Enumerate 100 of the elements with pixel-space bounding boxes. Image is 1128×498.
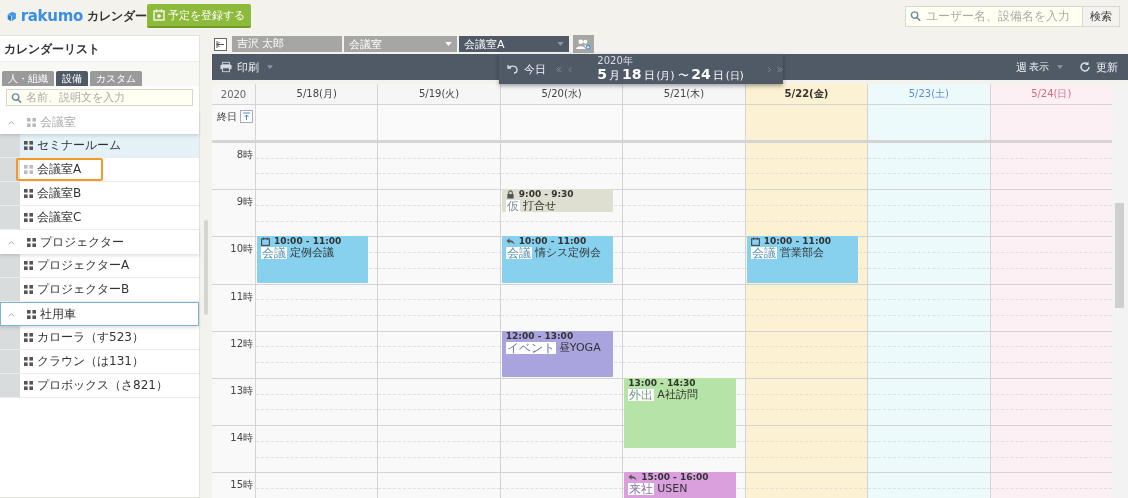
search-icon bbox=[11, 92, 22, 103]
event-title: 情シス定例会 bbox=[534, 247, 601, 260]
event-block[interactable]: 15:00 - 16:00 来社 USEN bbox=[624, 472, 736, 498]
print-button[interactable]: 印刷 bbox=[216, 57, 277, 77]
chevron-icon[interactable] bbox=[7, 311, 15, 317]
event-title: 昼YOGA bbox=[558, 341, 601, 354]
caret-icon bbox=[445, 42, 452, 46]
hour-label: 14時 bbox=[230, 432, 253, 444]
hour-label: 10時 bbox=[230, 243, 253, 255]
facility-item[interactable]: 会議室C bbox=[0, 206, 200, 230]
facility-label: 会議室B bbox=[37, 185, 82, 202]
grid-icon bbox=[24, 141, 33, 150]
refresh-icon bbox=[1079, 61, 1091, 73]
caret-icon bbox=[1057, 65, 1063, 69]
facility-label: 会議室A bbox=[37, 161, 82, 178]
group-label: 会議室 bbox=[40, 113, 76, 131]
date-range: 5 月 18 日 (月) 〜24 日 (日) bbox=[597, 66, 745, 82]
day-header[interactable]: 5/22(金) bbox=[744, 84, 868, 104]
event-title: 定例会議 bbox=[290, 247, 334, 260]
hour-label: 11時 bbox=[230, 290, 253, 302]
facility-item[interactable]: プロジェクターB bbox=[0, 278, 200, 302]
day-column[interactable]: 10:00 - 11:00 会議 定例会議 bbox=[255, 142, 378, 498]
group-label: プロジェクター bbox=[40, 233, 124, 251]
all-day-cell[interactable] bbox=[744, 105, 868, 140]
caret-icon bbox=[267, 65, 273, 69]
category-tab[interactable]: 設備 bbox=[56, 71, 88, 86]
group-row[interactable]: プロジェクター bbox=[0, 230, 200, 254]
group-label: 社用車 bbox=[40, 305, 76, 323]
event-tag: 会議 bbox=[750, 247, 777, 260]
grid-icon bbox=[24, 165, 33, 174]
day-column[interactable]: 10:00 - 11:00 会議 営業部会 bbox=[744, 142, 868, 498]
event-block[interactable]: 10:00 - 11:00 会議 情シス定例会 bbox=[501, 236, 614, 283]
event-block[interactable]: 10:00 - 11:00 会議 営業部会 bbox=[746, 236, 859, 283]
day-column[interactable] bbox=[989, 142, 1112, 498]
chevron-right-icon[interactable] bbox=[765, 64, 772, 74]
grid-icon bbox=[24, 213, 33, 222]
scrollbar-thumb[interactable] bbox=[1115, 203, 1124, 308]
calendar-icon bbox=[750, 237, 760, 247]
facility-label: プロボックス（さ821） bbox=[37, 377, 168, 394]
double-left-icon[interactable] bbox=[556, 64, 562, 74]
event-block[interactable]: 13:00 - 14:30 外出 A社訪問 bbox=[624, 378, 736, 448]
today-button[interactable]: 今日 bbox=[503, 59, 550, 79]
facility-item[interactable]: 会議室B bbox=[0, 182, 200, 206]
facility-item[interactable]: クラウン（は131） bbox=[0, 350, 200, 374]
add-user-button[interactable] bbox=[573, 35, 594, 53]
grid-icon bbox=[24, 285, 33, 294]
facility-item[interactable]: セミナールーム bbox=[0, 134, 200, 158]
day-column[interactable] bbox=[377, 142, 500, 498]
day-column[interactable] bbox=[867, 142, 990, 498]
all-day-label: 終日 bbox=[217, 110, 237, 124]
day-column[interactable]: 13:00 - 14:30 外出 A社訪問 15:00 - 16:00 来社 USEN bbox=[622, 142, 745, 498]
view-dropdown[interactable]: 週 表示 bbox=[1012, 57, 1067, 77]
event-tag: イベント bbox=[505, 341, 556, 354]
facility-item[interactable]: プロボックス（さ821） bbox=[0, 374, 200, 398]
search-icon bbox=[910, 10, 921, 22]
chevron-icon[interactable] bbox=[7, 239, 15, 245]
double-right-icon[interactable] bbox=[777, 64, 783, 74]
event-time: 12:00 - 13:00 bbox=[505, 330, 574, 342]
caret-icon bbox=[557, 42, 564, 46]
name-search-field[interactable]: 名前、説明文を入力 bbox=[6, 89, 194, 106]
grid-icon bbox=[24, 261, 33, 270]
event-time: 15:00 - 16:00 bbox=[641, 472, 709, 483]
event-time: 10:00 - 11:00 bbox=[763, 236, 831, 247]
chevron-icon[interactable] bbox=[7, 119, 15, 125]
day-column[interactable]: 9:00 - 9:30 仮 打合せ 10:00 - 11:00 会議 情シス定例会 12:00 - 13:00 イベント 昼YOGA bbox=[499, 142, 623, 498]
reply-arrow-icon bbox=[628, 473, 638, 483]
facility-item[interactable]: プロジェクターA bbox=[0, 254, 200, 278]
event-time: 10:00 - 11:00 bbox=[274, 236, 342, 247]
event-time: 10:00 - 11:00 bbox=[518, 236, 587, 247]
event-block[interactable]: 12:00 - 13:00 イベント 昼YOGA bbox=[501, 330, 614, 377]
grid-icon bbox=[27, 237, 36, 247]
reply-arrow-icon bbox=[505, 237, 515, 247]
search-button[interactable]: 検索 bbox=[1082, 5, 1120, 27]
year-label: 2020年 bbox=[597, 56, 633, 66]
event-block[interactable]: 9:00 - 9:30 仮 打合せ bbox=[501, 189, 614, 212]
facility-item[interactable]: 会議室A bbox=[0, 158, 200, 182]
facility-dropdown[interactable]: 会議室A bbox=[459, 36, 569, 52]
group-row[interactable]: 社用車 bbox=[0, 302, 200, 326]
all-day-cell[interactable] bbox=[989, 105, 1112, 140]
arrow-up-icon[interactable] bbox=[240, 110, 253, 123]
facility-label: クラウン（は131） bbox=[37, 353, 144, 370]
all-day-cell[interactable] bbox=[867, 105, 990, 140]
user-search-field[interactable]: ユーザー名、設備名を入力 bbox=[905, 5, 1082, 27]
event-block[interactable]: 10:00 - 11:00 会議 定例会議 bbox=[257, 236, 369, 283]
facility-item[interactable]: カローラ（す523） bbox=[0, 326, 200, 350]
facility-label: セミナールーム bbox=[37, 137, 121, 154]
calendar-icon bbox=[261, 237, 270, 247]
lock-icon bbox=[505, 190, 515, 200]
event-tag: 来社 bbox=[628, 483, 655, 496]
event-title: USEN bbox=[657, 483, 688, 496]
collapse-icon[interactable] bbox=[214, 37, 227, 51]
event-time: 13:00 - 14:30 bbox=[628, 378, 696, 389]
hour-label: 13時 bbox=[230, 384, 253, 396]
scrollbar-thumb[interactable] bbox=[204, 220, 209, 315]
chevron-left-icon[interactable] bbox=[567, 64, 574, 74]
event-time: 9:00 - 9:30 bbox=[518, 189, 574, 200]
refresh-button[interactable]: 更新 bbox=[1075, 57, 1122, 77]
hour-label: 8時 bbox=[236, 149, 253, 160]
event-title: 営業部会 bbox=[779, 247, 824, 260]
event-tag: 会議 bbox=[261, 247, 287, 260]
